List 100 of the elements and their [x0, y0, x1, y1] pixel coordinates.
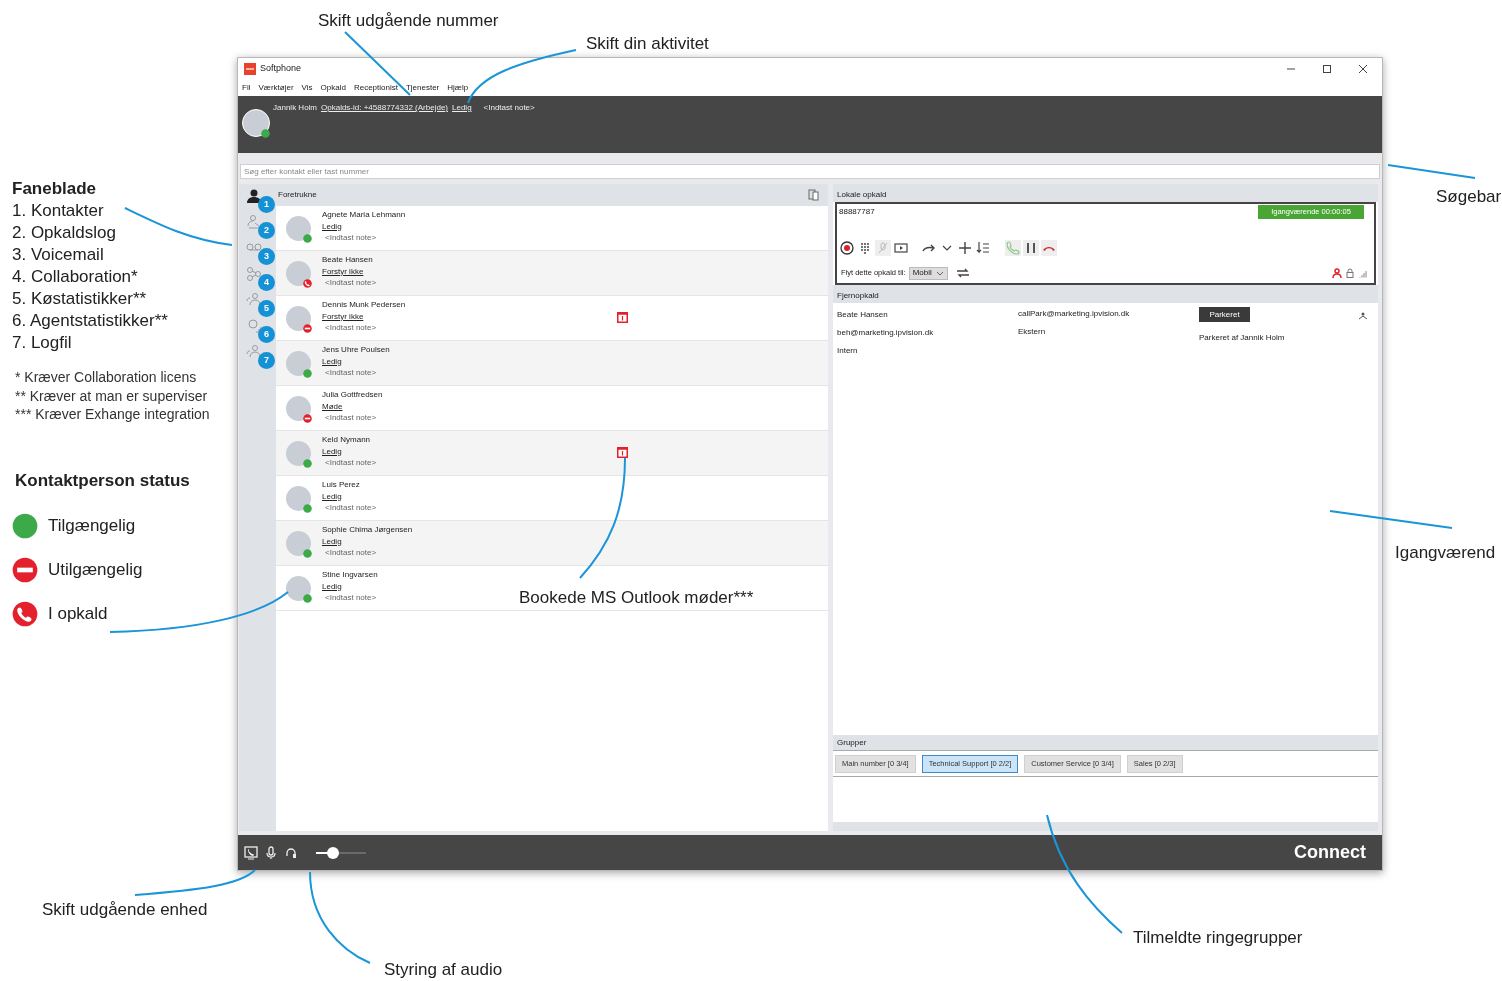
section-title: Grupper [837, 736, 867, 749]
caret-icon [935, 269, 944, 277]
legend-title: Kontaktperson status [15, 470, 190, 492]
menu-item[interactable]: Hjælp [447, 82, 469, 94]
avatar-placeholder [286, 486, 311, 511]
screen-icon[interactable] [893, 240, 909, 256]
maximize-icon[interactable] [1322, 64, 1332, 74]
list-icon[interactable] [975, 240, 991, 256]
note-field[interactable]: <Indtast note> [483, 102, 535, 114]
activity-link[interactable]: Ledig [452, 102, 472, 114]
callout-label: Skift din aktivitet [586, 33, 709, 55]
avatar-placeholder [286, 261, 311, 286]
note-field[interactable]: <Indtast note> [325, 322, 377, 334]
note-field[interactable]: <Indtast note> [325, 457, 377, 469]
contact-name: Beate Hansen [322, 254, 373, 266]
microphone-icon[interactable] [264, 845, 278, 860]
plus-icon[interactable] [957, 240, 973, 256]
legend-item: Utilgængelig [48, 558, 143, 581]
device-dropdown[interactable]: Mobil [908, 266, 948, 280]
contact-row[interactable]: Sophie Chima Jørgensen Ledig <Indtast note> [276, 521, 828, 566]
menu-item[interactable]: Tjenester [405, 82, 440, 94]
activity-link[interactable]: Forstyr ikke [322, 265, 364, 277]
contact-name: Jens Uhre Poulsen [322, 344, 390, 356]
note-field[interactable]: <Indtast note> [325, 592, 377, 604]
table-cell: Beate Hansen [837, 309, 888, 321]
activity-link[interactable]: Ledig [322, 220, 342, 232]
note-field[interactable]: <Indtast note> [325, 277, 377, 289]
hang-up-icon[interactable] [1041, 240, 1057, 256]
legend-item: 5. Køstatistikker** [12, 288, 148, 310]
legend-item: 6. Agentstatistikker** [12, 310, 169, 332]
table-cell: beh@marketing.ipvision.dk [837, 327, 934, 339]
callout-label: Skift udgående nummer [318, 10, 499, 32]
record-icon[interactable] [839, 240, 855, 256]
avatar-placeholder [286, 396, 311, 421]
activity-link[interactable]: Møde [322, 400, 343, 412]
number-badge: 3 [258, 248, 275, 265]
number-badge: 1 [258, 196, 275, 213]
window-title: Softphone [260, 62, 302, 76]
note-field[interactable]: <Indtast note> [325, 412, 377, 424]
number-badge: 4 [258, 274, 275, 291]
contact-row[interactable]: Keld Nymann Ledig <Indtast note> [276, 431, 828, 476]
activity-link[interactable]: Ledig [322, 535, 342, 547]
parked-badge: Parkeret [1199, 307, 1250, 322]
callout-label: Bookede MS Outlook møder*** [519, 587, 754, 609]
note-field[interactable]: <Indtast note> [325, 502, 377, 514]
close-icon[interactable] [1358, 64, 1368, 74]
activity-link[interactable]: Forstyr ikke [322, 310, 364, 322]
volume-thumb[interactable] [326, 846, 339, 859]
list-title: Foretrukne [278, 189, 317, 201]
legend-item: I opkald [48, 602, 108, 625]
phone-number: 88887787 [839, 206, 875, 218]
calendar-icon[interactable] [617, 447, 628, 458]
pause-icon[interactable] [1023, 240, 1039, 256]
note-field[interactable]: <Indtast note> [325, 547, 377, 559]
activity-link[interactable]: Ledig [322, 490, 342, 502]
menu-item[interactable]: Værktøjer [258, 82, 294, 94]
avatar-placeholder [286, 531, 311, 556]
legend-item: 1. Kontakter [12, 200, 105, 222]
log-tab[interactable] [246, 344, 262, 360]
footnote: *** Kræver Exhange integration [15, 405, 210, 424]
contact-row[interactable]: Jens Uhre Poulsen Ledig <Indtast note> [276, 341, 828, 386]
person-icon [1332, 268, 1342, 278]
note-field[interactable]: <Indtast note> [325, 367, 377, 379]
app-logo-icon [244, 63, 256, 75]
menu-item[interactable]: Fil [242, 82, 251, 94]
avatar-placeholder [286, 441, 311, 466]
activity-link[interactable]: Ledig [322, 445, 342, 457]
caller-id-link[interactable]: Opkalds-id: +4588774332 (Arbejde) [321, 102, 448, 114]
callout-label: Styring af audio [384, 959, 503, 981]
contact-row[interactable]: Beate Hansen Forstyr ikke <Indtast note> [276, 251, 828, 296]
brand-logo: Connect [1294, 841, 1366, 864]
menu-item[interactable]: Receptionist [353, 82, 398, 94]
contact-name: Keld Nymann [322, 434, 371, 446]
menu-item[interactable]: Opkald [320, 82, 346, 94]
activity-link[interactable]: Ledig [322, 580, 342, 592]
contact-name: Luis Perez [322, 479, 360, 491]
legend-item: 7. Logfil [12, 332, 73, 354]
legend-item: 3. Voicemail [12, 244, 105, 266]
contact-name: Agnete Maria Lehmann [322, 209, 406, 221]
note-field[interactable]: <Indtast note> [325, 232, 377, 244]
contacts-tab[interactable] [246, 188, 262, 204]
number-badge: 7 [258, 352, 275, 369]
avatar-placeholder [286, 351, 311, 376]
copy-icon[interactable] [808, 189, 820, 201]
menu-item[interactable]: Vis [301, 82, 313, 94]
contact-name: Stine Ingvarsen [322, 569, 378, 581]
output-device-icon[interactable] [244, 845, 258, 860]
legend-item: 2. Opkaldslog [12, 222, 117, 244]
callout-label: Igangværend [1395, 542, 1496, 564]
search-field[interactable]: Søg efter kontakt eller tast nummer [240, 164, 1380, 179]
table-cell: Ekstern [1018, 326, 1046, 338]
activity-link[interactable]: Ledig [322, 355, 342, 367]
collaboration-tab[interactable] [246, 266, 262, 282]
callout-label: Skift udgående enhed [42, 899, 208, 921]
parked-by-text: Parkeret af Jannik Holm [1199, 332, 1285, 344]
calendar-icon[interactable] [617, 312, 628, 323]
queue-stats-tab[interactable] [246, 292, 262, 308]
call-log-tab[interactable] [246, 214, 262, 230]
headset-icon[interactable] [284, 845, 298, 860]
number-badge: 6 [258, 326, 275, 343]
